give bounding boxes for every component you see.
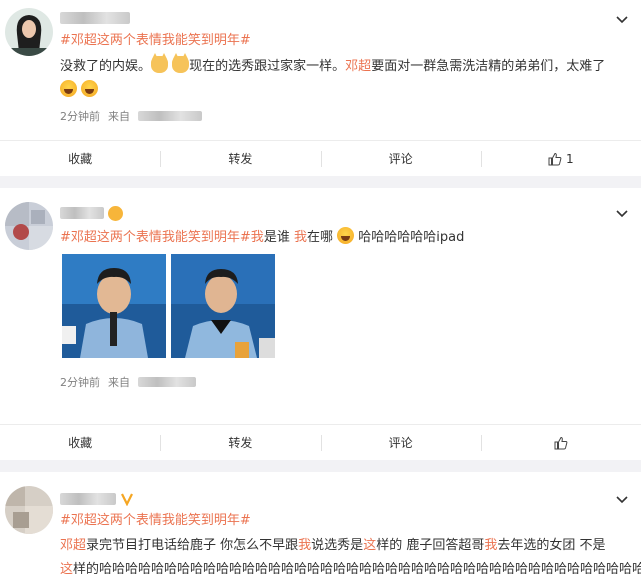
post-meta: 2分钟前 来自 xyxy=(60,108,202,124)
post-text-segment: 样的哈哈哈哈哈哈哈哈哈哈哈哈哈哈哈哈哈哈哈哈哈哈哈哈哈哈哈哈哈哈哈哈哈哈哈哈哈哈… xyxy=(73,562,641,574)
post-text-segment: 哈哈哈哈哈哈ipad xyxy=(358,230,465,245)
collect-label: 收藏 xyxy=(68,436,93,450)
comment-label: 评论 xyxy=(388,152,413,166)
thumbs-up-icon xyxy=(548,152,562,165)
like-button[interactable]: 1 xyxy=(480,141,641,176)
post-text: #邓超这两个表情我能笑到明年#我是谁 我在哪 哈哈哈哈哈哈ipad xyxy=(60,227,631,249)
highlight-keyword[interactable]: 我 xyxy=(298,538,311,553)
post-image[interactable] xyxy=(171,254,275,358)
username-blurred xyxy=(60,493,116,505)
post-source-blurred xyxy=(138,377,196,387)
repost-button[interactable]: 转发 xyxy=(160,141,320,176)
highlight-keyword[interactable]: 邓超 xyxy=(345,59,371,74)
action-bar: 收藏 转发 评论 xyxy=(0,424,641,460)
repost-button[interactable]: 转发 xyxy=(160,425,320,460)
post-text-segment: 现在的选秀跟过家家一样。 xyxy=(189,59,346,74)
post-text-segment: 录完节目打电话给鹿子 你怎么不早跟 xyxy=(86,538,299,553)
repost-label: 转发 xyxy=(228,436,253,450)
cat-emoji-icon xyxy=(151,53,169,73)
heart-eyes-emoji-icon xyxy=(108,205,123,221)
collect-button[interactable]: 收藏 xyxy=(0,141,160,176)
post-image[interactable] xyxy=(62,254,166,358)
post-text-segment: 没救了的内娱。 xyxy=(60,59,152,74)
like-count: 1 xyxy=(566,151,574,166)
post-card: #邓超这两个表情我能笑到明年# 没救了的内娱。 现在的选秀跟过家家一样。邓超要面… xyxy=(0,0,641,176)
post-text-segment: 要面对一群急需洗洁精的弟弟们，太难了 xyxy=(371,59,606,74)
topic-link[interactable]: #邓超这两个表情我能笑到明年# xyxy=(60,33,251,48)
post-text: 没救了的内娱。 现在的选秀跟过家家一样。邓超要面对一群急需洗洁精的弟弟们，太难了 xyxy=(60,53,631,78)
post-text-continued: 这样的哈哈哈哈哈哈哈哈哈哈哈哈哈哈哈哈哈哈哈哈哈哈哈哈哈哈哈哈哈哈哈哈哈哈哈哈哈… xyxy=(60,559,641,574)
comment-button[interactable]: 评论 xyxy=(320,425,481,460)
username[interactable] xyxy=(60,11,130,25)
chevron-down-icon[interactable] xyxy=(615,206,629,220)
like-button[interactable] xyxy=(480,425,641,460)
post-card: #邓超这两个表情我能笑到明年#我是谁 我在哪 哈哈哈哈哈哈ipad 2分钟前 来… xyxy=(0,188,641,460)
post-text-segment: 说选秀是 xyxy=(311,538,364,553)
highlight-keyword[interactable]: 这 xyxy=(60,562,73,574)
highlight-keyword[interactable]: 邓超 xyxy=(60,538,86,553)
collect-label: 收藏 xyxy=(68,152,93,166)
highlight-keyword[interactable]: 我 xyxy=(251,230,264,245)
post-time[interactable]: 2分钟前 xyxy=(60,108,100,124)
highlight-keyword[interactable]: 我 xyxy=(484,538,497,553)
laugh-emoji-icon xyxy=(81,80,99,97)
avatar[interactable] xyxy=(5,202,53,250)
repost-label: 转发 xyxy=(228,152,253,166)
action-bar: 收藏 转发 评论 1 xyxy=(0,140,641,176)
post-text: 邓超录完节目打电话给鹿子 你怎么不早跟我说选秀是这样的 鹿子回答超哥我去年选的女… xyxy=(60,535,631,557)
v-badge-icon xyxy=(121,493,133,506)
post-text-segment: 是谁 xyxy=(263,230,294,245)
post-source-blurred xyxy=(138,111,202,121)
laugh-emoji-icon xyxy=(337,227,355,244)
thumbs-up-icon xyxy=(554,436,568,449)
post-text-segment: 在哪 xyxy=(306,230,333,245)
avatar[interactable] xyxy=(5,8,53,56)
topic-link[interactable]: #邓超这两个表情我能笑到明年# xyxy=(60,230,251,245)
comment-button[interactable]: 评论 xyxy=(320,141,481,176)
post-source-label: 来自 xyxy=(108,110,130,123)
post-text-segment: 样的 鹿子回答超哥 xyxy=(376,538,485,553)
username[interactable] xyxy=(60,205,123,221)
weibo-feed: #邓超这两个表情我能笑到明年# 没救了的内娱。 现在的选秀跟过家家一样。邓超要面… xyxy=(0,0,641,574)
post-emoji-line xyxy=(60,80,631,102)
post-topic-line: #邓超这两个表情我能笑到明年# xyxy=(60,510,631,532)
topic-link[interactable]: #邓超这两个表情我能笑到明年# xyxy=(60,513,251,528)
post-card: #邓超这两个表情我能笑到明年# 邓超录完节目打电话给鹿子 你怎么不早跟我说选秀是… xyxy=(0,472,641,574)
username-blurred xyxy=(60,12,130,24)
post-time[interactable]: 2分钟前 xyxy=(60,374,100,390)
collect-button[interactable]: 收藏 xyxy=(0,425,160,460)
chevron-down-icon[interactable] xyxy=(615,492,629,506)
avatar[interactable] xyxy=(5,486,53,534)
post-meta: 2分钟前 来自 xyxy=(60,374,196,390)
post-topic-line: #邓超这两个表情我能笑到明年# xyxy=(60,30,631,52)
highlight-keyword[interactable]: 我 xyxy=(294,230,307,245)
username[interactable] xyxy=(60,492,134,506)
username-blurred xyxy=(60,207,104,219)
post-text-segment: 去年选的女团 不是 xyxy=(497,538,606,553)
cat-emoji-icon xyxy=(172,53,190,73)
laugh-emoji-icon xyxy=(60,80,77,97)
post-source-label: 来自 xyxy=(108,376,130,389)
chevron-down-icon[interactable] xyxy=(615,12,629,26)
highlight-keyword[interactable]: 这 xyxy=(363,538,376,553)
comment-label: 评论 xyxy=(388,436,413,450)
